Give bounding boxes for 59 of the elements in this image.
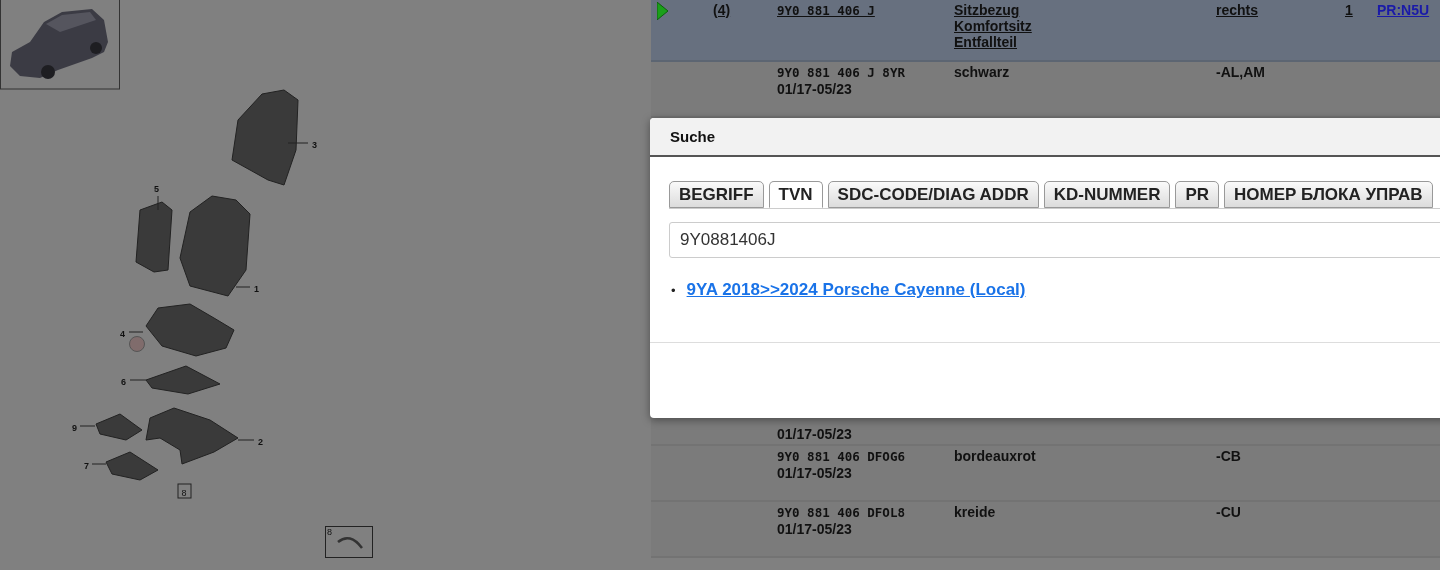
part-description: Sitzbezug Komfortsitz Entfallteil <box>954 2 1033 50</box>
leader-line <box>128 331 144 333</box>
date-range: 01/17-05/23 <box>777 426 852 442</box>
part-description: bordeauxrot <box>954 448 1036 464</box>
hose-drawing <box>337 537 363 549</box>
callout-number: 8 <box>327 527 332 537</box>
callout-number: 7 <box>84 461 89 471</box>
date-range: 01/17-05/23 <box>777 521 852 537</box>
callout-number: 6 <box>121 377 126 387</box>
search-tab[interactable]: TVN <box>768 181 823 208</box>
search-tab[interactable]: SDC-CODE/DIAG ADDR <box>827 181 1039 208</box>
table-row[interactable]: (4) 9Y0 881 406 J Sitzbezug Komfortsitz Entfallteil rechts 1 PR:N5U <box>651 0 1440 62</box>
leader-line <box>129 379 147 381</box>
callout-number: 1 <box>254 284 259 294</box>
position-text: rechts <box>1216 2 1259 18</box>
part-number: 9Y0 881 406 DFOG6 <box>777 449 905 465</box>
part-description: kreide <box>954 504 996 520</box>
option-codes: -AL,AM <box>1216 64 1265 80</box>
leader-line <box>237 439 255 441</box>
part-number[interactable]: 9Y0 881 406 J <box>777 3 875 19</box>
search-tab[interactable]: НОМЕР БЛОКА УПРАВ <box>1224 181 1433 208</box>
backrest-panel-drawing <box>135 201 173 273</box>
callout-number: 4 <box>120 329 125 339</box>
search-tab[interactable]: BEGRIFF <box>669 181 764 208</box>
callout-number: 3 <box>312 140 317 150</box>
callout-number: 8 <box>181 488 187 498</box>
dialog-title: Suche <box>670 128 715 145</box>
callout-number: 5 <box>154 184 159 194</box>
option-codes: -CU <box>1216 504 1241 520</box>
callout-number: 9 <box>72 423 77 433</box>
leader-line <box>157 195 159 211</box>
part-description: schwarz <box>954 64 1010 80</box>
search-field[interactable]: 9Y0881406J <box>669 222 1440 258</box>
table-row[interactable]: 9Y0 881 406 J 8YR 01/17-05/23 schwarz -AL,AM <box>651 62 1440 118</box>
trim-piece-drawing <box>105 451 159 481</box>
option-codes: -CB <box>1216 448 1241 464</box>
table-row[interactable]: 9Y0 881 406 DFOG6 01/17-05/23 bordeauxrot -CB <box>651 446 1440 502</box>
trim-piece-drawing <box>95 413 143 441</box>
search-tab[interactable]: PR <box>1175 181 1220 208</box>
part-number: 9Y0 881 406 DFOL8 <box>777 505 905 521</box>
date-range: 01/17-05/23 <box>777 465 852 481</box>
callout-number: 2 <box>258 437 263 447</box>
leader-line <box>79 425 96 427</box>
dot-icon <box>129 336 145 352</box>
search-tab[interactable]: KD-NUMMER <box>1043 181 1171 208</box>
quantity: 1 <box>1345 2 1353 18</box>
leader-line <box>235 286 251 288</box>
part-number: 9Y0 881 406 J 8YR <box>777 65 905 81</box>
reference-number[interactable]: (4) <box>713 2 731 18</box>
inset-frame[interactable] <box>325 526 373 558</box>
callout-frame <box>177 483 192 499</box>
date-range: 01/17-05/23 <box>777 81 852 97</box>
result-link[interactable]: 9YA 2018>>2024 Porsche Cayenne (Local) <box>686 280 1026 300</box>
triangle-icon <box>657 2 668 20</box>
pr-link[interactable]: PR:N5U <box>1377 2 1430 18</box>
bullet: • <box>671 282 676 298</box>
leader-line <box>287 142 309 144</box>
leader-line <box>91 463 107 465</box>
table-row[interactable]: 9Y0 881 406 DFOL8 01/17-05/23 kreide -CU <box>651 502 1440 558</box>
